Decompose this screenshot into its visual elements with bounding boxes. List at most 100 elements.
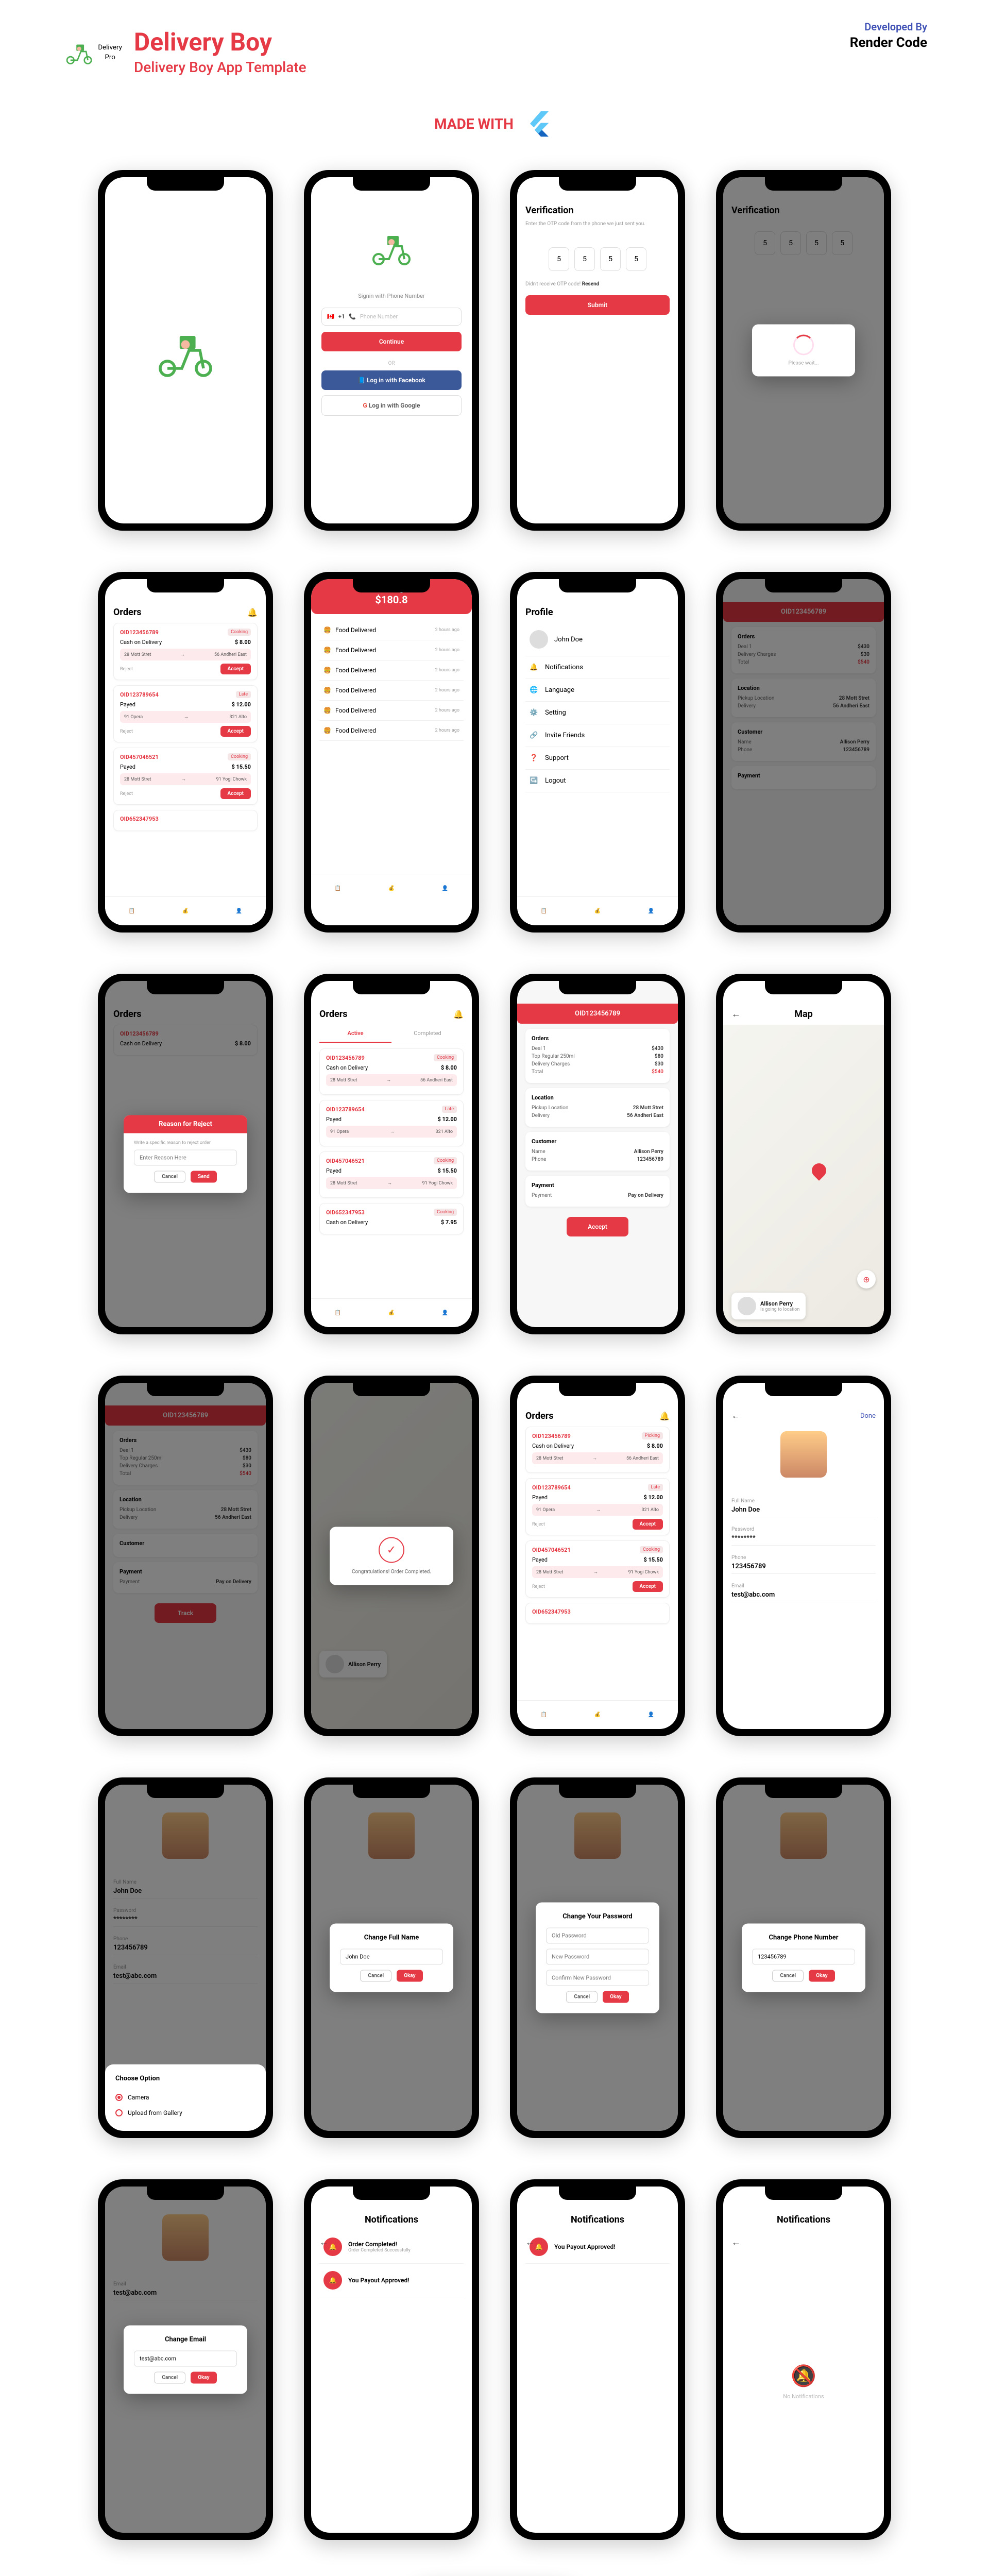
back-icon[interactable]: ←: [525, 2237, 535, 2248]
order-card[interactable]: OID652347953: [113, 810, 258, 831]
okay-button[interactable]: Okay: [603, 1991, 628, 2003]
cancel-button[interactable]: Cancel: [772, 1970, 804, 1982]
bottom-nav: 📋 💰 👤: [105, 896, 266, 925]
phone-profile-edit: ← Done Full NameJohn Doe Password********…: [716, 1376, 891, 1736]
field-password[interactable]: Password********: [731, 1527, 876, 1546]
cancel-button[interactable]: Cancel: [154, 1171, 185, 1183]
profile-item-invite[interactable]: 🔗Invite Friends: [525, 724, 670, 747]
cancel-button[interactable]: Cancel: [154, 2372, 185, 2384]
new-password-input[interactable]: [546, 1949, 649, 1965]
reject-reason-input[interactable]: [134, 1150, 237, 1166]
phone-profile: Profile John Doe 🔔Notifications 🌐Languag…: [510, 572, 685, 933]
map-view[interactable]: ⊕ Allison PerryIs going to location Fini…: [723, 1025, 884, 1327]
field-fullname[interactable]: Full NameJohn Doe: [731, 1498, 876, 1517]
phone-map: ← Map ⊕ Allison PerryIs going to locatio…: [716, 974, 891, 1334]
continue-button[interactable]: Continue: [321, 332, 462, 351]
phone-notifications: ← Notifications 🔔Order Completed!Order C…: [304, 2179, 479, 2540]
change-name-modal: Change Full Name Cancel Okay: [330, 1924, 453, 1992]
back-icon[interactable]: ←: [731, 1009, 741, 1020]
earning-row: 🍔Food Delivered2 hours ago: [319, 620, 464, 640]
change-password-modal: Change Your Password Cancel Okay: [536, 1903, 659, 2013]
profile-item-language[interactable]: 🌐Language: [525, 679, 670, 702]
locate-icon[interactable]: ⊕: [857, 1270, 876, 1289]
field-phone[interactable]: Phone123456789: [731, 1555, 876, 1574]
page-subtitle: Delivery Boy App Template: [134, 59, 306, 76]
notification-item[interactable]: 🔔You Payout Approved!: [525, 2230, 670, 2264]
notification-item[interactable]: 🔔You Payout Approved!: [319, 2264, 464, 2297]
profile-item-logout[interactable]: ↪️Logout: [525, 770, 670, 792]
accept-button[interactable]: Accept: [220, 664, 251, 674]
order-card[interactable]: OID457046521Cooking Payed$ 15.50 28 Mott…: [113, 748, 258, 805]
bell-icon[interactable]: 🔔: [659, 1411, 670, 1421]
confirm-password-input[interactable]: [546, 1970, 649, 1986]
phone-signin: Signin with Phone Number 🇨🇦 +1 📞 Phone N…: [304, 170, 479, 531]
submit-button[interactable]: Submit: [525, 295, 670, 315]
notification-item[interactable]: 🔔Order Completed!Order Completed Success…: [319, 2230, 464, 2264]
cancel-button[interactable]: Cancel: [566, 1991, 598, 2003]
bell-off-icon: 🔕: [791, 2364, 816, 2388]
google-button[interactable]: G Log in with Google: [321, 395, 462, 416]
phone-splash: [98, 170, 273, 531]
phone-verification: Verification Enter the OTP code from the…: [510, 170, 685, 531]
phone-change-phone: Change Phone Number Cancel Okay: [716, 1777, 891, 2138]
tab-profile[interactable]: 👤: [212, 908, 266, 914]
phone-earning: Earning $180.8 🍔Food Delivered2 hours ag…: [304, 572, 479, 933]
phone-order-detail-dim: OID123456789 Orders Deal 1$430 Delivery …: [716, 572, 891, 933]
map-user-card: Allison PerryIs going to location: [731, 1293, 806, 1319]
app-logo: Delivery Pro: [62, 21, 124, 82]
option-gallery[interactable]: Upload from Gallery: [115, 2105, 255, 2121]
resend-link[interactable]: Resend: [582, 281, 600, 287]
bell-icon[interactable]: 🔔: [453, 1009, 464, 1019]
page-header: Delivery Pro Delivery Boy Delivery Boy A…: [0, 0, 989, 93]
field-email[interactable]: Emailtest@abc.com: [731, 1583, 876, 1602]
old-password-input[interactable]: [546, 1928, 649, 1944]
order-card[interactable]: OID123456789Cooking Cash on Delivery$ 8.…: [113, 623, 258, 680]
option-camera[interactable]: Camera: [115, 2090, 255, 2105]
email-input[interactable]: [134, 2351, 237, 2367]
signin-subtitle: Signin with Phone Number: [321, 293, 462, 299]
back-icon[interactable]: ←: [731, 1411, 740, 1421]
page-title: Delivery Boy: [134, 27, 306, 57]
order-card[interactable]: OID123789654Late Payed$ 12.00 91 Opera→3…: [113, 685, 258, 742]
okay-button[interactable]: Okay: [809, 1970, 834, 1982]
tab-completed[interactable]: Completed: [391, 1025, 464, 1043]
okay-button[interactable]: Okay: [191, 2372, 216, 2384]
check-icon: ✓: [379, 1537, 404, 1563]
earning-row: 🍔Food Delivered2 hours ago: [319, 660, 464, 681]
earning-row: 🍔Food Delivered2 hours ago: [319, 681, 464, 701]
okay-button[interactable]: Okay: [397, 1970, 422, 1982]
track-button[interactable]: Track: [155, 1603, 216, 1623]
profile-item-setting[interactable]: ⚙️Setting: [525, 702, 670, 724]
back-icon[interactable]: ←: [731, 2237, 741, 2248]
tab-active[interactable]: Active: [319, 1025, 391, 1043]
accept-button[interactable]: Accept: [567, 1217, 628, 1236]
done-link[interactable]: Done: [860, 1412, 876, 1420]
tab-orders[interactable]: 📋: [105, 908, 159, 914]
cancel-button[interactable]: Cancel: [360, 1970, 391, 1982]
send-button[interactable]: Send: [191, 1171, 217, 1183]
avatar[interactable]: [780, 1431, 827, 1478]
splash-logo: [149, 314, 221, 386]
phone-input[interactable]: 🇨🇦 +1 📞 Phone Number: [321, 308, 462, 326]
bell-icon[interactable]: 🔔: [247, 607, 258, 617]
phone-orders: Orders🔔 OID123456789Cooking Cash on Deli…: [98, 572, 273, 933]
profile-item-support[interactable]: ❓Support: [525, 747, 670, 770]
empty-state: 🔕 No Notifications: [731, 2230, 876, 2533]
back-icon[interactable]: ←: [319, 2237, 329, 2248]
image-picker-sheet: Choose Option Camera Upload from Gallery: [105, 2064, 266, 2131]
facebook-button[interactable]: 📘 Log in with Facebook: [321, 370, 462, 390]
profile-user[interactable]: John Doe: [525, 623, 670, 656]
phone-input[interactable]: [752, 1949, 855, 1965]
otp-inputs[interactable]: 5555: [525, 247, 670, 271]
phone-order-track: OID123456789 Orders Deal 1$430 Top Regul…: [98, 1376, 273, 1736]
tab-earning[interactable]: 💰: [159, 908, 212, 914]
phone-reject: Orders OID123456789Cash on Delivery$ 8.0…: [98, 974, 273, 1334]
change-email-modal: Change Email Cancel Okay: [124, 2326, 247, 2394]
bell-icon: 🔔: [323, 2271, 342, 2290]
change-phone-modal: Change Phone Number Cancel Okay: [742, 1924, 865, 1992]
name-input[interactable]: [340, 1949, 443, 1965]
phone-change-name: Change Full Name Cancel Okay: [304, 1777, 479, 2138]
profile-item-notifications[interactable]: 🔔Notifications: [525, 656, 670, 679]
phone-change-email: Emailtest@abc.com Change Email Cancel Ok…: [98, 2179, 273, 2540]
loading-modal: Please wait...: [752, 325, 855, 377]
